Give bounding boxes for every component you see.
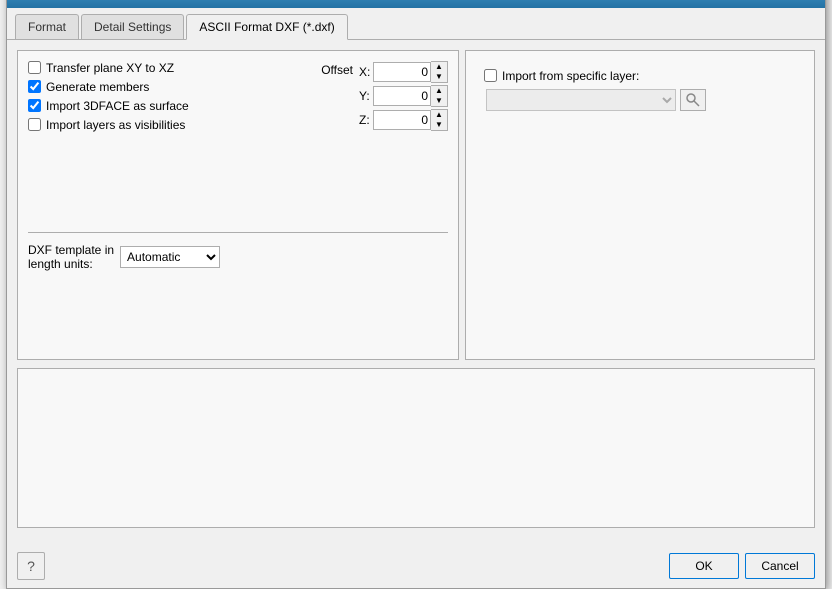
checkbox-generate-members[interactable] (28, 80, 41, 93)
dxf-template-label: DXF template in length units: (28, 243, 114, 271)
checkbox-import-layers[interactable] (28, 118, 41, 131)
import-layer-section: Import from specific layer: (476, 61, 804, 119)
checkbox-import-specific-layer[interactable] (484, 69, 497, 82)
help-button[interactable]: ? (17, 552, 45, 580)
label-generate-members: Generate members (46, 80, 149, 94)
offset-z-down-btn[interactable]: ▼ (431, 120, 447, 130)
title-bar-buttons: ✕ (797, 0, 815, 2)
offset-x-input[interactable]: 0 (373, 62, 431, 82)
offset-z-label: Z: (359, 113, 369, 127)
cancel-button[interactable]: Cancel (745, 553, 815, 579)
offset-z-input[interactable]: 0 (373, 110, 431, 130)
offset-fields: X: 0 ▲ ▼ Y: (359, 61, 448, 131)
dxf-dropdown-row: DXF template in length units: Automatic … (28, 243, 448, 271)
tab-ascii-format-dxf[interactable]: ASCII Format DXF (*.dxf) (186, 14, 347, 40)
offset-z-spinner-btns: ▲ ▼ (431, 109, 448, 131)
offset-x-spinner: 0 ▲ ▼ (373, 61, 448, 83)
import-dialog: Import ✕ Format Detail Settings ASCII Fo… (6, 0, 826, 589)
tab-detail-settings[interactable]: Detail Settings (81, 14, 184, 39)
offset-z-up-btn[interactable]: ▲ (431, 110, 447, 120)
offset-label: Offset (321, 63, 353, 77)
offset-y-label: Y: (359, 89, 369, 103)
divider (28, 232, 448, 233)
help-icon: ? (27, 558, 35, 574)
offset-y-spinner: 0 ▲ ▼ (373, 85, 448, 107)
left-panel: Transfer plane XY to XZ Generate members… (17, 50, 459, 360)
panels-row: Transfer plane XY to XZ Generate members… (17, 50, 815, 360)
label-import-specific-layer: Import from specific layer: (502, 69, 639, 83)
footer-buttons: OK Cancel (669, 553, 815, 579)
offset-row-x: X: 0 ▲ ▼ (359, 61, 448, 83)
offset-y-input[interactable]: 0 (373, 86, 431, 106)
offset-row-z: Z: 0 ▲ ▼ (359, 109, 448, 131)
bottom-panel (17, 368, 815, 528)
label-transfer-plane: Transfer plane XY to XZ (46, 61, 174, 75)
layer-select-dropdown[interactable] (486, 89, 676, 111)
content-area: Transfer plane XY to XZ Generate members… (7, 40, 825, 546)
offset-x-up-btn[interactable]: ▲ (431, 62, 447, 72)
dxf-template-label-line1: DXF template in (28, 243, 114, 257)
offset-x-spinner-btns: ▲ ▼ (431, 61, 448, 83)
close-button[interactable]: ✕ (797, 0, 815, 2)
dxf-template-label-line2: length units: (28, 257, 114, 271)
offset-group: Offset X: 0 ▲ ▼ (321, 61, 448, 131)
offset-row-y: Y: 0 ▲ ▼ (359, 85, 448, 107)
import-layer-checkbox-row: Import from specific layer: (484, 69, 796, 83)
layer-browse-button[interactable] (680, 89, 706, 111)
import-layer-input-row (486, 89, 796, 111)
label-import-3dface: Import 3DFACE as surface (46, 99, 189, 113)
browse-icon (686, 93, 700, 107)
title-bar: Import ✕ (7, 0, 825, 8)
footer: ? OK Cancel (7, 546, 825, 588)
dxf-template-section: DXF template in length units: Automatic … (28, 243, 448, 271)
offset-x-label: X: (359, 65, 369, 79)
left-panel-inner: Transfer plane XY to XZ Generate members… (28, 61, 448, 271)
label-import-layers: Import layers as visibilities (46, 118, 185, 132)
checkbox-import-3dface[interactable] (28, 99, 41, 112)
offset-y-spinner-btns: ▲ ▼ (431, 85, 448, 107)
offset-y-up-btn[interactable]: ▲ (431, 86, 447, 96)
checkbox-transfer-plane[interactable] (28, 61, 41, 74)
ok-button[interactable]: OK (669, 553, 739, 579)
offset-z-spinner: 0 ▲ ▼ (373, 109, 448, 131)
tabs-bar: Format Detail Settings ASCII Format DXF … (7, 8, 825, 40)
tab-format[interactable]: Format (15, 14, 79, 39)
right-panel: Import from specific layer: (465, 50, 815, 360)
offset-x-down-btn[interactable]: ▼ (431, 72, 447, 82)
offset-y-down-btn[interactable]: ▼ (431, 96, 447, 106)
dxf-template-dropdown[interactable]: Automatic Millimeters Centimeters Meters… (120, 246, 220, 268)
